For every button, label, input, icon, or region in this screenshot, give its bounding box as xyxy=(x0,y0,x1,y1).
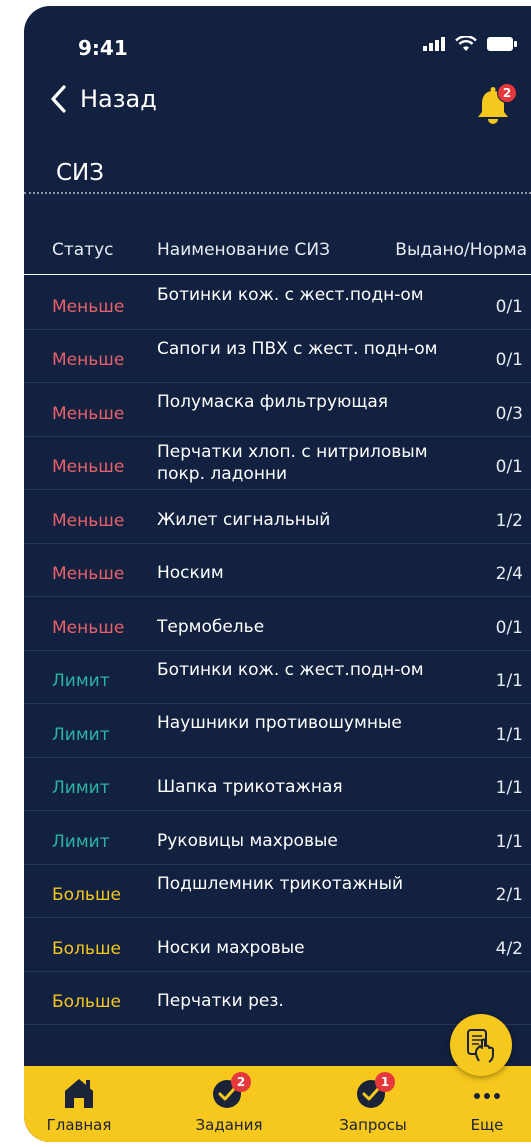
table-row[interactable]: Больше Носки махровые 4/2 xyxy=(24,918,531,972)
row-status: Больше xyxy=(52,938,121,959)
row-qty: 0/1 xyxy=(495,457,523,477)
row-name: Носки махровые xyxy=(157,937,305,958)
row-status: Лимит xyxy=(52,778,110,798)
table-header: Статус Наименование СИЗ Выдано/Норма xyxy=(24,240,531,270)
status-time: 9:41 xyxy=(78,36,128,60)
header-divider xyxy=(24,274,531,275)
row-status: Меньше xyxy=(52,510,125,531)
row-name: Ботинки кож. с жест.подн-ом xyxy=(157,285,424,305)
row-status: Больше xyxy=(52,885,121,905)
row-name: Подшлемник трикотажный xyxy=(157,873,404,894)
bottom-navigation: Главная 2 Задания 1 Запросы Еще xyxy=(24,1066,531,1142)
table-row[interactable]: Лимит Руковицы махровые 1/1 xyxy=(24,811,531,865)
row-status: Меньше xyxy=(52,564,125,584)
row-name: Сапоги из ПВХ с жест. подн-ом xyxy=(157,338,438,359)
row-name: Перчатки хлоп. с нитриловым покр. ладонн… xyxy=(157,441,428,484)
back-button[interactable]: Назад xyxy=(50,85,157,113)
row-qty: 2/1 xyxy=(495,885,523,905)
row-status: Меньше xyxy=(52,617,125,638)
row-name: Ботинки кож. с жест.подн-ом xyxy=(157,659,424,680)
nav-label-requests: Запросы xyxy=(339,1116,407,1134)
signal-icon xyxy=(423,37,445,51)
row-name: Жилет сигнальный xyxy=(157,509,331,530)
row-qty: 1/1 xyxy=(495,831,523,852)
table-row[interactable]: Больше Перчатки рез. xyxy=(24,972,531,1025)
notifications-button[interactable]: 2 xyxy=(473,83,517,127)
requests-badge: 1 xyxy=(375,1072,395,1092)
tasks-badge: 2 xyxy=(231,1072,251,1092)
row-status: Меньше xyxy=(52,403,125,424)
nav-label-tasks: Задания xyxy=(195,1116,263,1134)
row-status: Лимит xyxy=(52,671,110,691)
row-status: Меньше xyxy=(52,457,125,477)
status-bar: 9:41 xyxy=(24,6,531,86)
row-name: Наушники противошумные xyxy=(157,713,402,733)
nav-item-tasks[interactable]: 2 Задания xyxy=(174,1066,284,1142)
table-row[interactable]: Меньше Сапоги из ПВХ с жест. подн-ом 0/1 xyxy=(24,330,531,383)
row-qty: 0/1 xyxy=(495,617,523,638)
row-qty: 1/1 xyxy=(495,724,523,745)
chevron-left-icon xyxy=(51,85,66,113)
nav-label-home: Главная xyxy=(46,1116,112,1134)
page-title: СИЗ xyxy=(56,160,105,186)
row-qty: 1/1 xyxy=(495,671,523,691)
title-divider xyxy=(24,192,531,194)
row-status: Меньше xyxy=(52,350,125,370)
row-qty: 0/3 xyxy=(495,403,523,424)
back-label: Назад xyxy=(80,85,157,113)
ppe-table-body: Меньше Ботинки кож. с жест.подн-ом 0/1 Мень… xyxy=(24,276,531,1025)
nav-item-home[interactable]: Главная xyxy=(24,1066,134,1142)
row-qty: 2/4 xyxy=(495,564,523,584)
table-row[interactable]: Меньше Полумаска фильтрующая 0/3 xyxy=(24,383,531,437)
row-qty: 0/1 xyxy=(495,296,523,317)
row-name: Шапка трикотажная xyxy=(157,777,343,797)
nav-item-more[interactable]: Еще xyxy=(442,1066,531,1142)
system-icons xyxy=(423,36,517,52)
row-qty: 1/2 xyxy=(495,510,523,531)
row-qty: 1/1 xyxy=(495,778,523,798)
row-status: Лимит xyxy=(52,831,110,852)
column-header-name: Наименование СИЗ xyxy=(157,240,330,260)
row-status: Меньше xyxy=(52,296,125,317)
row-name: Носким xyxy=(157,563,224,583)
nav-label-more: Еще xyxy=(470,1116,504,1134)
hand-card-icon xyxy=(467,1029,494,1063)
row-status: Больше xyxy=(52,992,121,1012)
column-header-status: Статус xyxy=(52,240,114,260)
more-dots-icon xyxy=(467,1076,507,1110)
row-name: Полумаска фильтрующая xyxy=(157,392,388,412)
scan-card-button[interactable] xyxy=(450,1014,512,1076)
notification-badge: 2 xyxy=(497,83,517,103)
battery-icon xyxy=(487,37,517,51)
row-qty: 4/2 xyxy=(495,938,523,959)
row-qty: 0/1 xyxy=(495,350,523,370)
nav-item-requests[interactable]: 1 Запросы xyxy=(318,1066,428,1142)
requests-check-icon: 1 xyxy=(353,1072,395,1110)
table-row[interactable]: Лимит Ботинки кож. с жест.подн-ом 1/1 xyxy=(24,651,531,704)
phone-screen: 9:41 Назад 2 СИЗ Статус Наименование СИЗ… xyxy=(24,6,531,1142)
row-name: Термобелье xyxy=(157,616,265,637)
column-header-norm: Выдано/Норма xyxy=(395,240,527,260)
table-row[interactable]: Лимит Наушники противошумные 1/1 xyxy=(24,704,531,758)
table-row[interactable]: Меньше Ботинки кож. с жест.подн-ом 0/1 xyxy=(24,276,531,330)
row-name: Перчатки рез. xyxy=(157,991,284,1011)
table-row[interactable]: Меньше Термобелье 0/1 xyxy=(24,597,531,651)
header: Назад 2 xyxy=(24,81,531,131)
tasks-check-icon: 2 xyxy=(209,1072,251,1110)
wifi-icon xyxy=(455,36,477,51)
table-row[interactable]: Лимит Шапка трикотажная 1/1 xyxy=(24,758,531,811)
table-row[interactable]: Меньше Носким 2/4 xyxy=(24,544,531,597)
table-row[interactable]: Больше Подшлемник трикотажный 2/1 xyxy=(24,865,531,918)
row-status: Лимит xyxy=(52,724,110,745)
home-icon xyxy=(59,1076,99,1110)
table-row[interactable]: Меньше Перчатки хлоп. с нитриловым покр. … xyxy=(24,437,531,490)
row-name: Руковицы махровые xyxy=(157,830,338,851)
table-row[interactable]: Меньше Жилет сигнальный 1/2 xyxy=(24,490,531,544)
